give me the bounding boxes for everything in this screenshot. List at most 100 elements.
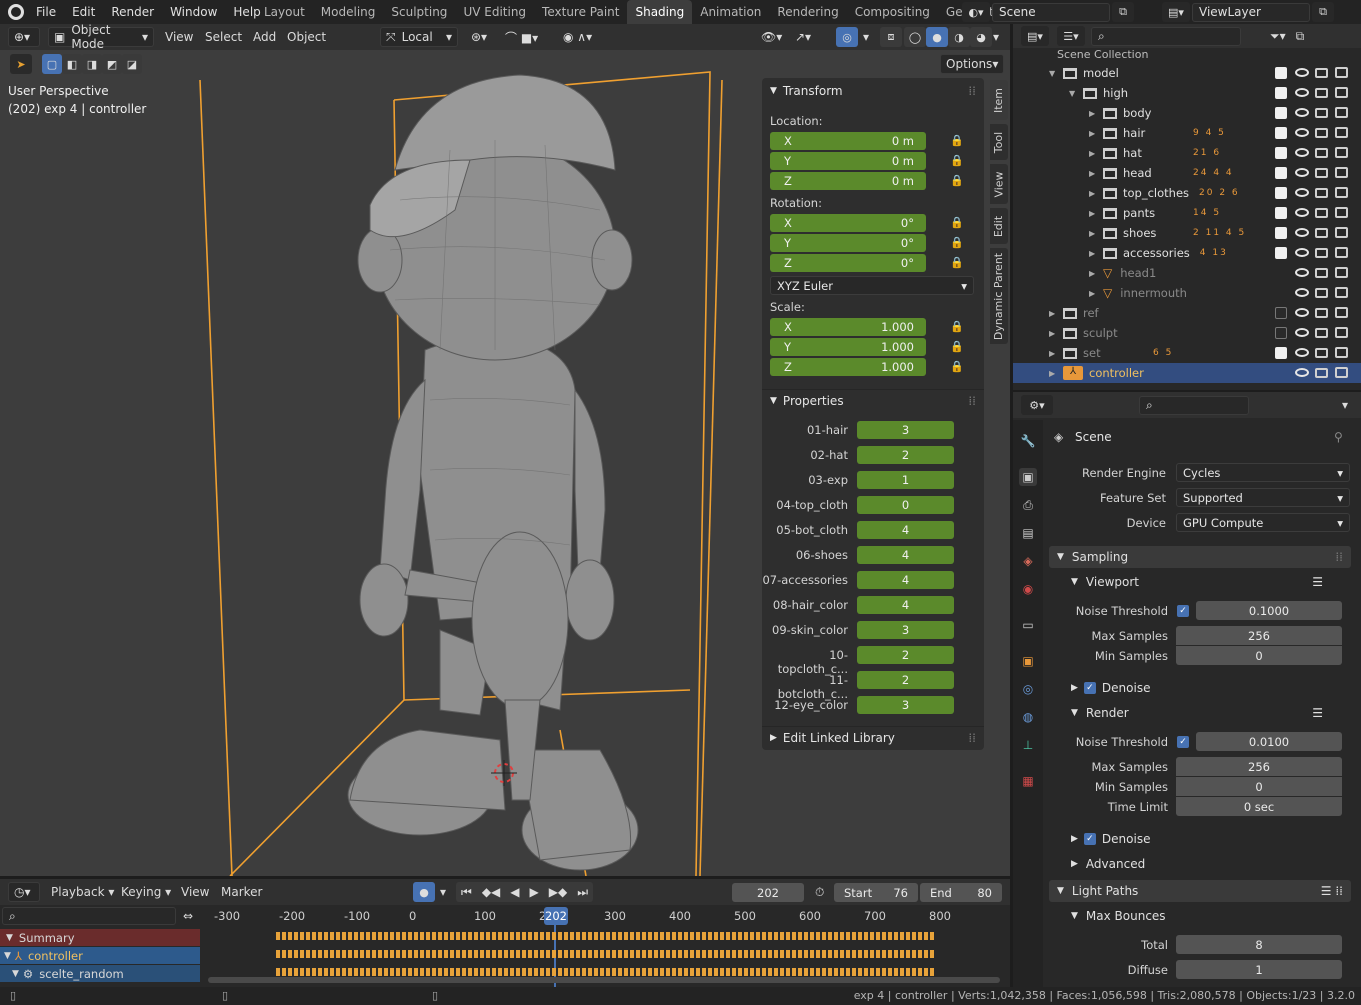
material-shading-icon[interactable]: ◑: [948, 27, 970, 47]
vp-noise-threshold-field[interactable]: 0.1000: [1196, 601, 1342, 620]
chevron-right-icon[interactable]: ▶: [1089, 289, 1099, 298]
outliner-row[interactable]: ▶ top_clothes 20 2 6: [1013, 183, 1361, 203]
property-value-field[interactable]: 2: [857, 646, 954, 664]
eye-icon[interactable]: [1295, 368, 1309, 377]
monitor-icon[interactable]: [1315, 228, 1328, 238]
property-value-field[interactable]: 2: [857, 446, 954, 464]
timeline-scrollbar[interactable]: [208, 977, 1000, 983]
chevron-right-icon[interactable]: ▶: [1089, 209, 1099, 218]
exclude-checkbox[interactable]: [1275, 347, 1287, 359]
outliner-row[interactable]: ▶ ▽ innermouth: [1013, 283, 1361, 303]
exclude-checkbox[interactable]: [1275, 147, 1287, 159]
new-scene-icon[interactable]: ⧉: [1112, 2, 1134, 22]
editor-type-icon[interactable]: ⊕▾: [8, 27, 40, 47]
tab-tool[interactable]: Tool: [990, 124, 1008, 160]
filter-icon[interactable]: ⏷▾: [1265, 26, 1291, 46]
render-engine-dropdown[interactable]: Cycles ▾: [1176, 463, 1350, 482]
exclude-checkbox[interactable]: [1275, 227, 1287, 239]
eye-icon[interactable]: [1295, 188, 1309, 197]
menu-render[interactable]: Render: [103, 0, 162, 24]
channel-controller[interactable]: ▼ ⅄ controller: [0, 947, 200, 964]
exclude-checkbox[interactable]: [1275, 247, 1287, 259]
camera-icon[interactable]: [1335, 367, 1348, 378]
exclude-checkbox[interactable]: [1275, 67, 1287, 79]
monitor-icon[interactable]: [1315, 108, 1328, 118]
time-limit-field[interactable]: 0 sec: [1176, 797, 1342, 816]
outliner-row[interactable]: ▶ set 6 5: [1013, 343, 1361, 363]
sampling-section-header[interactable]: ▼ Sampling ⁞⁞: [1049, 546, 1351, 568]
device-dropdown[interactable]: GPU Compute ▾: [1176, 513, 1350, 532]
scene-icon[interactable]: ◐▾: [962, 2, 990, 22]
timeline-area[interactable]: ⌕ ⇔ -300-200-100010020030040050060070080…: [0, 905, 1010, 987]
new-collection-icon[interactable]: ⧉: [1291, 26, 1310, 46]
monitor-icon[interactable]: [1315, 208, 1328, 218]
chevron-down-icon[interactable]: ▼: [1069, 89, 1079, 98]
timeline-menu-marker[interactable]: Marker: [216, 882, 267, 902]
object-tab-icon[interactable]: ▣: [1019, 652, 1037, 670]
viewlayer-name-field[interactable]: ViewLayer: [1192, 2, 1310, 22]
eye-icon[interactable]: [1295, 328, 1309, 337]
eye-icon[interactable]: [1295, 308, 1309, 317]
camera-icon[interactable]: [1335, 207, 1348, 218]
channel-search-input[interactable]: ⌕: [2, 907, 176, 925]
exclude-checkbox[interactable]: [1275, 87, 1287, 99]
outliner-row[interactable]: ▶ hair 9 4 5: [1013, 123, 1361, 143]
play-reverse-icon[interactable]: ◀: [505, 882, 524, 902]
controller-keyframes[interactable]: [276, 950, 934, 958]
eye-icon[interactable]: [1295, 88, 1309, 97]
vp-denoise-checkbox[interactable]: ✓: [1083, 682, 1096, 694]
camera-icon[interactable]: [1335, 247, 1348, 258]
outliner-row[interactable]: ▼ model: [1013, 63, 1361, 83]
tab-edit[interactable]: Edit: [990, 208, 1008, 244]
property-value-field[interactable]: 4: [857, 546, 954, 564]
tab-shading[interactable]: Shading: [627, 0, 693, 24]
monitor-icon[interactable]: [1315, 368, 1328, 378]
monitor-icon[interactable]: [1315, 88, 1328, 98]
gizmo-icon[interactable]: ↗▾: [790, 27, 816, 47]
eye-icon[interactable]: [1295, 288, 1309, 297]
proportional-edit-icon[interactable]: ◉ ∧▾: [558, 27, 597, 47]
scale-y-field[interactable]: Y 1.000: [770, 338, 926, 356]
physics-tab-icon[interactable]: ◎: [1019, 680, 1037, 698]
auto-keying-dropdown-icon[interactable]: ▾: [435, 882, 451, 902]
texture-tab-icon[interactable]: ▦: [1019, 772, 1037, 790]
swap-icon[interactable]: ⇔: [178, 906, 198, 926]
eye-icon[interactable]: [1295, 168, 1309, 177]
camera-icon[interactable]: [1335, 167, 1348, 178]
r-max-samples-field[interactable]: 256: [1176, 757, 1342, 776]
eye-icon[interactable]: [1295, 208, 1309, 217]
tab-modeling[interactable]: Modeling: [313, 0, 384, 24]
location-x-field[interactable]: X 0 m: [770, 132, 926, 150]
feature-set-dropdown[interactable]: Supported ▾: [1176, 488, 1350, 507]
mode-dropdown[interactable]: ▣ Object Mode ▾: [48, 23, 154, 51]
camera-icon[interactable]: [1335, 307, 1348, 318]
rotation-mode-dropdown[interactable]: XYZ Euler ▾: [770, 276, 974, 295]
lock-icon[interactable]: 🔒: [950, 134, 964, 148]
world-tab-icon[interactable]: ◉: [1019, 580, 1037, 598]
list-icon[interactable]: ☰ ⁞⁞: [1321, 884, 1343, 898]
monitor-icon[interactable]: [1315, 308, 1328, 318]
r-min-samples-field[interactable]: 0: [1176, 777, 1342, 796]
monitor-icon[interactable]: [1315, 288, 1328, 298]
vp-min-samples-field[interactable]: 0: [1176, 646, 1342, 665]
outliner-row[interactable]: ▶ sculpt: [1013, 323, 1361, 343]
channel-summary[interactable]: ▼ Summary: [0, 929, 200, 946]
end-frame-field[interactable]: End 80: [920, 883, 1002, 902]
camera-icon[interactable]: [1335, 127, 1348, 138]
pivot-icon[interactable]: ⊛▾: [466, 27, 492, 47]
exclude-checkbox[interactable]: [1275, 187, 1287, 199]
tab-item[interactable]: Item: [990, 80, 1008, 120]
eye-icon[interactable]: [1295, 148, 1309, 157]
camera-icon[interactable]: [1335, 187, 1348, 198]
tab-texture-paint[interactable]: Texture Paint: [534, 0, 627, 24]
outliner-row[interactable]: ▶ body: [1013, 103, 1361, 123]
new-viewlayer-icon[interactable]: ⧉: [1312, 2, 1334, 22]
play-icon[interactable]: ▶: [525, 882, 544, 902]
output-tab-icon[interactable]: ⎙: [1019, 496, 1037, 514]
properties-editor-icon[interactable]: ⚙▾: [1021, 395, 1053, 415]
camera-icon[interactable]: [1335, 267, 1348, 278]
eye-icon[interactable]: [1295, 348, 1309, 357]
total-bounces-field[interactable]: 8: [1176, 935, 1342, 954]
jump-start-icon[interactable]: ⏮: [456, 882, 477, 902]
camera-icon[interactable]: [1335, 67, 1348, 78]
